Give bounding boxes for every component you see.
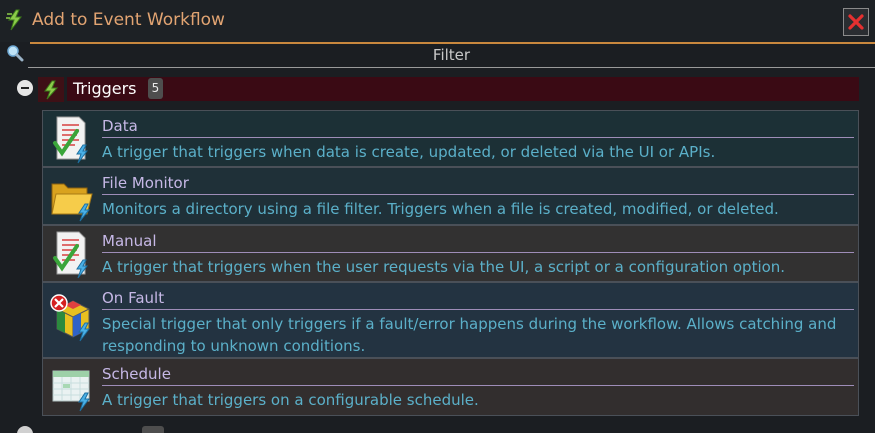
window-title: Add to Event Workflow — [32, 10, 225, 30]
filter-input[interactable]: Filter — [28, 46, 875, 68]
trigger-description: A trigger that triggers when the user re… — [102, 258, 786, 276]
title-divider — [30, 42, 875, 44]
trigger-description: Special trigger that only triggers if a … — [102, 315, 837, 355]
group-count-badge: 5 — [148, 78, 163, 99]
group-header-triggers[interactable]: Triggers 5 — [67, 77, 859, 101]
trigger-title: Manual — [102, 232, 854, 253]
trigger-description: A trigger that triggers when data is cre… — [102, 143, 716, 161]
search-icon — [7, 45, 24, 62]
folder-icon — [51, 183, 93, 222]
trigger-item-file-monitor[interactable]: File Monitor Monitors a directory using … — [42, 167, 859, 225]
group-label: Triggers — [73, 79, 137, 98]
title-bar: Add to Event Workflow — [0, 0, 875, 42]
close-icon — [848, 14, 864, 30]
collapse-icon[interactable] — [17, 80, 33, 96]
trigger-item-schedule[interactable]: Schedule A trigger that triggers on a co… — [42, 358, 859, 416]
document-checkmark-icon — [53, 231, 88, 279]
trigger-description: A trigger that triggers on a configurabl… — [102, 391, 479, 409]
trigger-title: Schedule — [102, 365, 854, 386]
next-group-count-badge — [142, 426, 164, 433]
lightning-workflow-icon — [6, 9, 23, 31]
expand-icon[interactable] — [17, 426, 33, 433]
lightning-icon — [38, 77, 64, 102]
close-button[interactable] — [843, 8, 869, 36]
trigger-item-manual[interactable]: Manual A trigger that triggers when the … — [42, 225, 859, 282]
fault-cube-icon — [50, 294, 90, 342]
document-checkmark-icon — [53, 116, 88, 164]
trigger-item-data[interactable]: Data A trigger that triggers when data i… — [42, 110, 859, 167]
calendar-icon — [52, 370, 90, 412]
trigger-title: Data — [102, 117, 854, 138]
trigger-title: On Fault — [102, 289, 854, 310]
trigger-description: Monitors a directory using a file filter… — [102, 200, 779, 218]
trigger-item-on-fault[interactable]: On Fault Special trigger that only trigg… — [42, 282, 859, 358]
trigger-title: File Monitor — [102, 174, 854, 195]
